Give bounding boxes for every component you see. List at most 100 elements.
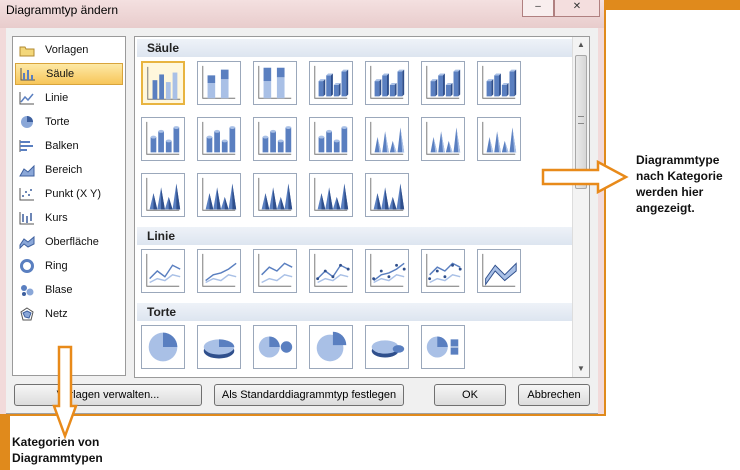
dialog-title: Diagrammtyp ändern xyxy=(6,3,119,17)
bar-chart-icon xyxy=(19,139,35,153)
pie-chart-thumbnail-icon xyxy=(258,336,293,358)
line-chart-type-6[interactable] xyxy=(421,249,465,293)
category-label: Bereich xyxy=(45,164,83,176)
line-chart-thumbnail-icon xyxy=(370,253,406,287)
change-chart-type-dialog: Diagrammtyp ändern – ✕ Vorlagen Säule Lini… xyxy=(0,0,604,414)
category-balken[interactable]: Balken xyxy=(15,135,123,157)
column-chart-type-5[interactable] xyxy=(365,61,409,105)
bubble-chart-icon xyxy=(19,283,35,297)
column-chart-type-13[interactable] xyxy=(421,117,465,161)
line-chart-type-5[interactable] xyxy=(365,249,409,293)
pie-chart-type-1[interactable] xyxy=(141,325,185,369)
pie-chart-type-2[interactable] xyxy=(197,325,241,369)
pie-chart-type-6[interactable] xyxy=(421,325,465,369)
category-bereich[interactable]: Bereich xyxy=(15,159,123,181)
chart-type-gallery: Säule Linie Torte xyxy=(134,36,590,378)
category-label: Balken xyxy=(45,140,79,152)
line-chart-thumbnail-icon xyxy=(426,253,462,287)
gallery-scrollbar[interactable]: ▲ ▼ xyxy=(572,37,589,377)
column-chart-thumbnail-icon xyxy=(482,65,517,99)
column-chart-thumbnail-icon xyxy=(426,121,461,155)
scroll-up-arrow-icon[interactable]: ▲ xyxy=(573,37,589,53)
category-label: Kurs xyxy=(45,212,68,224)
line-chart-thumbnail-icon xyxy=(146,253,181,287)
line-chart-type-1[interactable] xyxy=(141,249,185,293)
column-chart-type-3[interactable] xyxy=(253,61,297,105)
category-list: Vorlagen Säule Linie Torte Balken Bereich Punk… xyxy=(12,36,126,376)
pie-chart-type-3[interactable] xyxy=(253,325,297,369)
minimize-button[interactable]: – xyxy=(522,0,554,17)
column-chart-thumbnail-icon xyxy=(258,65,292,99)
annotation-panel-bottom xyxy=(10,416,740,470)
set-default-button[interactable]: Als Standarddiagrammtyp festlegen xyxy=(214,384,404,406)
category-kurs[interactable]: Kurs xyxy=(15,207,123,229)
column-chart-type-15[interactable] xyxy=(141,173,185,217)
radar-chart-icon xyxy=(19,307,35,321)
annotation-bottom-line: Kategorien von xyxy=(12,435,100,449)
column-chart-thumbnail-icon xyxy=(426,65,461,99)
column-chart-type-8[interactable] xyxy=(141,117,185,161)
column-chart-thumbnail-icon xyxy=(314,65,349,99)
column-chart-type-4[interactable] xyxy=(309,61,353,105)
cancel-button[interactable]: Abbrechen xyxy=(518,384,590,406)
category-ring[interactable]: Ring xyxy=(15,255,123,277)
section-header-saeule: Säule xyxy=(137,39,573,57)
annotation-right: Diagrammtype nach Kategorie werden hier … xyxy=(636,152,723,216)
column-chart-thumbnail-icon xyxy=(146,121,180,155)
category-säule[interactable]: Säule xyxy=(15,63,123,85)
column-chart-type-14[interactable] xyxy=(477,117,521,161)
category-label: Netz xyxy=(45,308,68,320)
pie-chart-icon xyxy=(19,115,35,129)
column-chart-type-16[interactable] xyxy=(197,173,241,217)
category-torte[interactable]: Torte xyxy=(15,111,123,133)
category-netz[interactable]: Netz xyxy=(15,303,123,325)
pie-chart-type-5[interactable] xyxy=(365,325,409,369)
stock-chart-icon xyxy=(19,211,35,225)
column-chart-type-11[interactable] xyxy=(309,117,353,161)
annotation-right-line: werden hier xyxy=(636,185,704,199)
line-chart-type-4[interactable] xyxy=(309,249,353,293)
annotation-right-line: nach Kategorie xyxy=(636,169,723,183)
column-chart-type-19[interactable] xyxy=(365,173,409,217)
column-chart-thumbnail-icon xyxy=(202,177,237,211)
category-label: Säule xyxy=(46,68,75,80)
annotation-bottom-line: Diagrammtypen xyxy=(12,451,103,465)
close-button[interactable]: ✕ xyxy=(554,0,600,17)
category-vorlagen[interactable]: Vorlagen xyxy=(15,39,123,61)
pie-chart-type-4[interactable] xyxy=(309,325,353,369)
scroll-down-arrow-icon[interactable]: ▼ xyxy=(573,361,589,377)
line-chart-thumbnail-icon xyxy=(482,253,517,287)
line-chart-type-2[interactable] xyxy=(197,249,241,293)
column-chart-type-7[interactable] xyxy=(477,61,521,105)
line-chart-type-7[interactable] xyxy=(477,249,521,293)
column-chart-type-2[interactable] xyxy=(197,61,241,105)
column-chart-thumbnail-icon xyxy=(370,177,405,211)
column-chart-type-6[interactable] xyxy=(421,61,465,105)
category-linie[interactable]: Linie xyxy=(15,87,123,109)
annotation-bottom: Kategorien von Diagrammtypen xyxy=(12,434,103,466)
column-chart-type-17[interactable] xyxy=(253,173,297,217)
column-chart-thumbnail-icon xyxy=(258,177,293,211)
manage-templates-button[interactable]: Vorlagen verwalten... xyxy=(14,384,202,406)
column-chart-type-18[interactable] xyxy=(309,173,353,217)
column-chart-type-10[interactable] xyxy=(253,117,297,161)
category-label: Ring xyxy=(45,260,68,272)
line-chart-type-3[interactable] xyxy=(253,249,297,293)
column-chart-type-1[interactable] xyxy=(141,61,185,105)
pie-chart-thumbnail-icon xyxy=(371,340,405,358)
category-label: Linie xyxy=(45,92,69,104)
column-chart-thumbnail-icon xyxy=(146,177,181,211)
category-oberfläche[interactable]: Oberfläche xyxy=(15,231,123,253)
area-chart-icon xyxy=(19,163,35,177)
column-chart-type-9[interactable] xyxy=(197,117,241,161)
column-chart-type-12[interactable] xyxy=(365,117,409,161)
column-chart-thumbnail-icon xyxy=(370,65,405,99)
pie-chart-thumbnail-icon xyxy=(316,331,347,362)
pie-chart-thumbnail-icon xyxy=(203,339,235,359)
surface-chart-icon xyxy=(19,235,35,249)
category-label: Torte xyxy=(45,116,70,128)
category-blase[interactable]: Blase xyxy=(15,279,123,301)
ok-button[interactable]: OK xyxy=(434,384,506,406)
category-punkt-x-y[interactable]: Punkt (X Y) xyxy=(15,183,123,205)
category-label: Punkt (X Y) xyxy=(45,188,102,200)
